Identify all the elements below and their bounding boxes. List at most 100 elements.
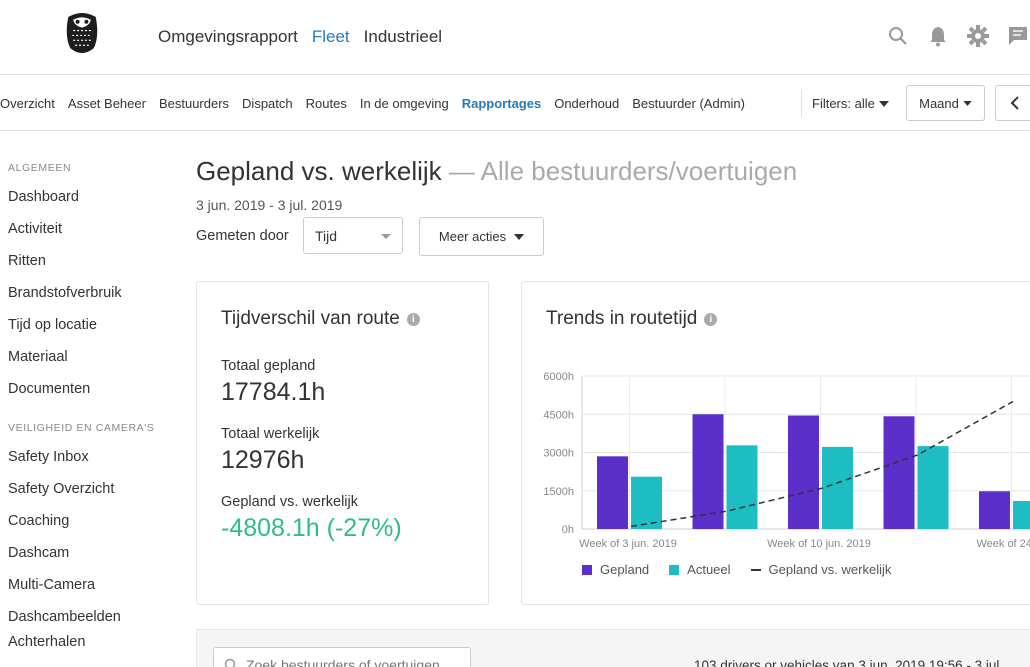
subnav-bestuurder-admin[interactable]: Bestuurder (Admin) [632, 96, 745, 111]
subnav-asset-beheer[interactable]: Asset Beheer [68, 96, 146, 111]
sidebar-item-safety-inbox[interactable]: Safety Inbox [0, 441, 180, 473]
results-panel: 103 drivers or vehicles van 3 jun. 2019 … [196, 629, 1030, 667]
legend-item-line[interactable]: Gepland vs. werkelijk [750, 562, 892, 577]
y-tick-label: 4500h [543, 409, 574, 421]
legend-item-actueel[interactable]: Actueel [669, 562, 731, 577]
bar-gepland [597, 456, 628, 529]
sidebar-item-tijd-op-locatie[interactable]: Tijd op locatie [0, 309, 180, 341]
bar-gepland [788, 415, 819, 529]
top-header: Omgevingsrapport Fleet Industrieel [0, 0, 1030, 75]
subnav-bestuurders[interactable]: Bestuurders [159, 96, 229, 111]
sidebar-item-dashcambeelden[interactable]: Dashcambeelden Achterhalen [0, 605, 140, 655]
subnav-in-de-omgeving[interactable]: In de omgeving [360, 96, 449, 111]
chevron-left-icon [1010, 96, 1019, 110]
app-root: Omgevingsrapport Fleet Industrieel Overz… [0, 0, 1030, 667]
diff-label: Gepland vs. werkelijk [221, 494, 358, 510]
chart-legend: Gepland Actueel Gepland vs. werkelijk [582, 562, 891, 577]
search-icon [224, 658, 236, 667]
sidebar-section-algemeen: ALGEMEEN [8, 162, 72, 174]
more-actions-label: Meer acties [438, 229, 507, 244]
x-tick-label: Week of 24 ju [976, 538, 1030, 550]
route-time-diff-card: Tijdverschil van route i Totaal gepland … [196, 281, 489, 605]
bar-actueel [917, 446, 949, 529]
results-count: 103 drivers or vehicles van 3 jun. 2019 … [694, 658, 1004, 667]
search-input[interactable] [246, 657, 466, 667]
more-actions-button[interactable]: Meer acties [419, 217, 544, 256]
nav-industrieel[interactable]: Industrieel [364, 27, 442, 47]
chat-icon[interactable] [1006, 24, 1030, 48]
bell-icon[interactable] [926, 24, 950, 48]
measured-by-select[interactable]: Tijd [303, 217, 403, 254]
sidebar-section-veiligheid: VEILIGHEID EN CAMERA'S [8, 422, 155, 434]
sidebar-item-coaching[interactable]: Coaching [0, 505, 180, 537]
page-title-suffix: — Alle bestuurders/voertuigen [448, 156, 798, 186]
y-tick-label: 6000h [543, 371, 574, 383]
subnav-routes[interactable]: Routes [306, 96, 347, 111]
nav-fleet[interactable]: Fleet [312, 27, 350, 47]
card-title: Tijdverschil van route i [221, 308, 420, 330]
gear-icon[interactable] [966, 24, 990, 48]
route-time-trend-card: Trends in routetijd i 0h 1500h 3000h 4500h 6… [521, 281, 1030, 605]
route-time-chart: 0h 1500h 3000h 4500h 6000h Week of 3 jun. 201… [543, 371, 1030, 550]
caret-down-icon [381, 234, 391, 239]
search-icon[interactable] [886, 24, 910, 48]
card-title-text: Trends in routetijd [546, 308, 698, 329]
sidebar: ALGEMEEN Dashboard Activiteit Ritten Bra… [0, 131, 180, 667]
x-tick-label: Week of 3 jun. 2019 [579, 538, 677, 550]
sidebar-item-materiaal[interactable]: Materiaal [0, 341, 180, 373]
search-box[interactable] [213, 647, 471, 667]
actual-total-label: Totaal werkelijk [221, 426, 320, 442]
page-title: Gepland vs. werkelijk — Alle bestuurders… [196, 156, 797, 187]
caret-down-icon [514, 233, 525, 240]
period-dropdown[interactable]: Maand [906, 85, 985, 121]
bar-actueel [631, 476, 662, 529]
sidebar-item-activiteit[interactable]: Activiteit [0, 213, 180, 245]
caret-down-icon [878, 100, 889, 107]
y-tick-label: 0h [562, 524, 574, 536]
sidebar-item-multi-camera[interactable]: Multi-Camera [0, 569, 180, 601]
nav-omgevingsrapport[interactable]: Omgevingsrapport [158, 27, 298, 47]
subnav-divider [801, 89, 802, 117]
sidebar-item-brandstofverbruik[interactable]: Brandstofverbruik [0, 277, 180, 309]
bar-actueel [1013, 500, 1030, 529]
sidebar-item-safety-overzicht[interactable]: Safety Overzicht [0, 473, 180, 505]
sub-nav: Overzicht Asset Beheer Bestuurders Dispa… [0, 75, 1030, 131]
legend-label: Gepland vs. werkelijk [768, 562, 892, 577]
legend-label: Actueel [687, 562, 731, 577]
sidebar-item-ritten[interactable]: Ritten [0, 245, 180, 277]
bar-gepland [883, 416, 915, 529]
measured-by-value: Tijd [315, 227, 338, 244]
sidebar-item-documenten[interactable]: Documenten [0, 373, 180, 405]
bar-gepland [979, 491, 1010, 529]
legend-swatch [669, 564, 680, 575]
date-range: 3 jun. 2019 - 3 jul. 2019 [196, 197, 343, 213]
subnav-items: Overzicht Asset Beheer Bestuurders Dispa… [0, 96, 758, 111]
sidebar-item-dashboard[interactable]: Dashboard [0, 181, 180, 213]
card-title-text: Tijdverschil van route [221, 308, 400, 329]
top-nav: Omgevingsrapport Fleet Industrieel [158, 27, 442, 47]
page-title-main: Gepland vs. werkelijk [196, 156, 442, 186]
card-title: Trends in routetijd i [546, 308, 718, 330]
subnav-dispatch[interactable]: Dispatch [242, 96, 293, 111]
caret-down-icon [963, 100, 972, 106]
info-icon[interactable]: i [704, 312, 718, 326]
owl-logo-icon[interactable] [64, 11, 100, 56]
filters-dropdown[interactable]: Filters: alle [812, 96, 889, 111]
subnav-rapportages[interactable]: Rapportages [462, 96, 541, 111]
subnav-onderhoud[interactable]: Onderhoud [554, 96, 619, 111]
bar-actueel [726, 445, 758, 529]
actual-total-value: 12976h [221, 446, 305, 474]
legend-label: Gepland [600, 562, 650, 577]
top-icons [886, 24, 1030, 48]
bar-actueel [822, 446, 853, 529]
info-icon[interactable]: i [406, 312, 420, 326]
previous-period-button[interactable] [995, 85, 1030, 121]
x-tick-label: Week of 10 jun. 2019 [767, 538, 871, 550]
sidebar-item-dashcam[interactable]: Dashcam [0, 537, 180, 569]
y-tick-label: 1500h [543, 486, 574, 498]
period-label: Maand [919, 95, 959, 111]
subnav-overzicht[interactable]: Overzicht [0, 96, 55, 111]
planned-total-value: 17784.1h [221, 378, 326, 406]
diff-value: -4808.1h (-27%) [221, 514, 402, 542]
legend-item-gepland[interactable]: Gepland [582, 562, 649, 577]
